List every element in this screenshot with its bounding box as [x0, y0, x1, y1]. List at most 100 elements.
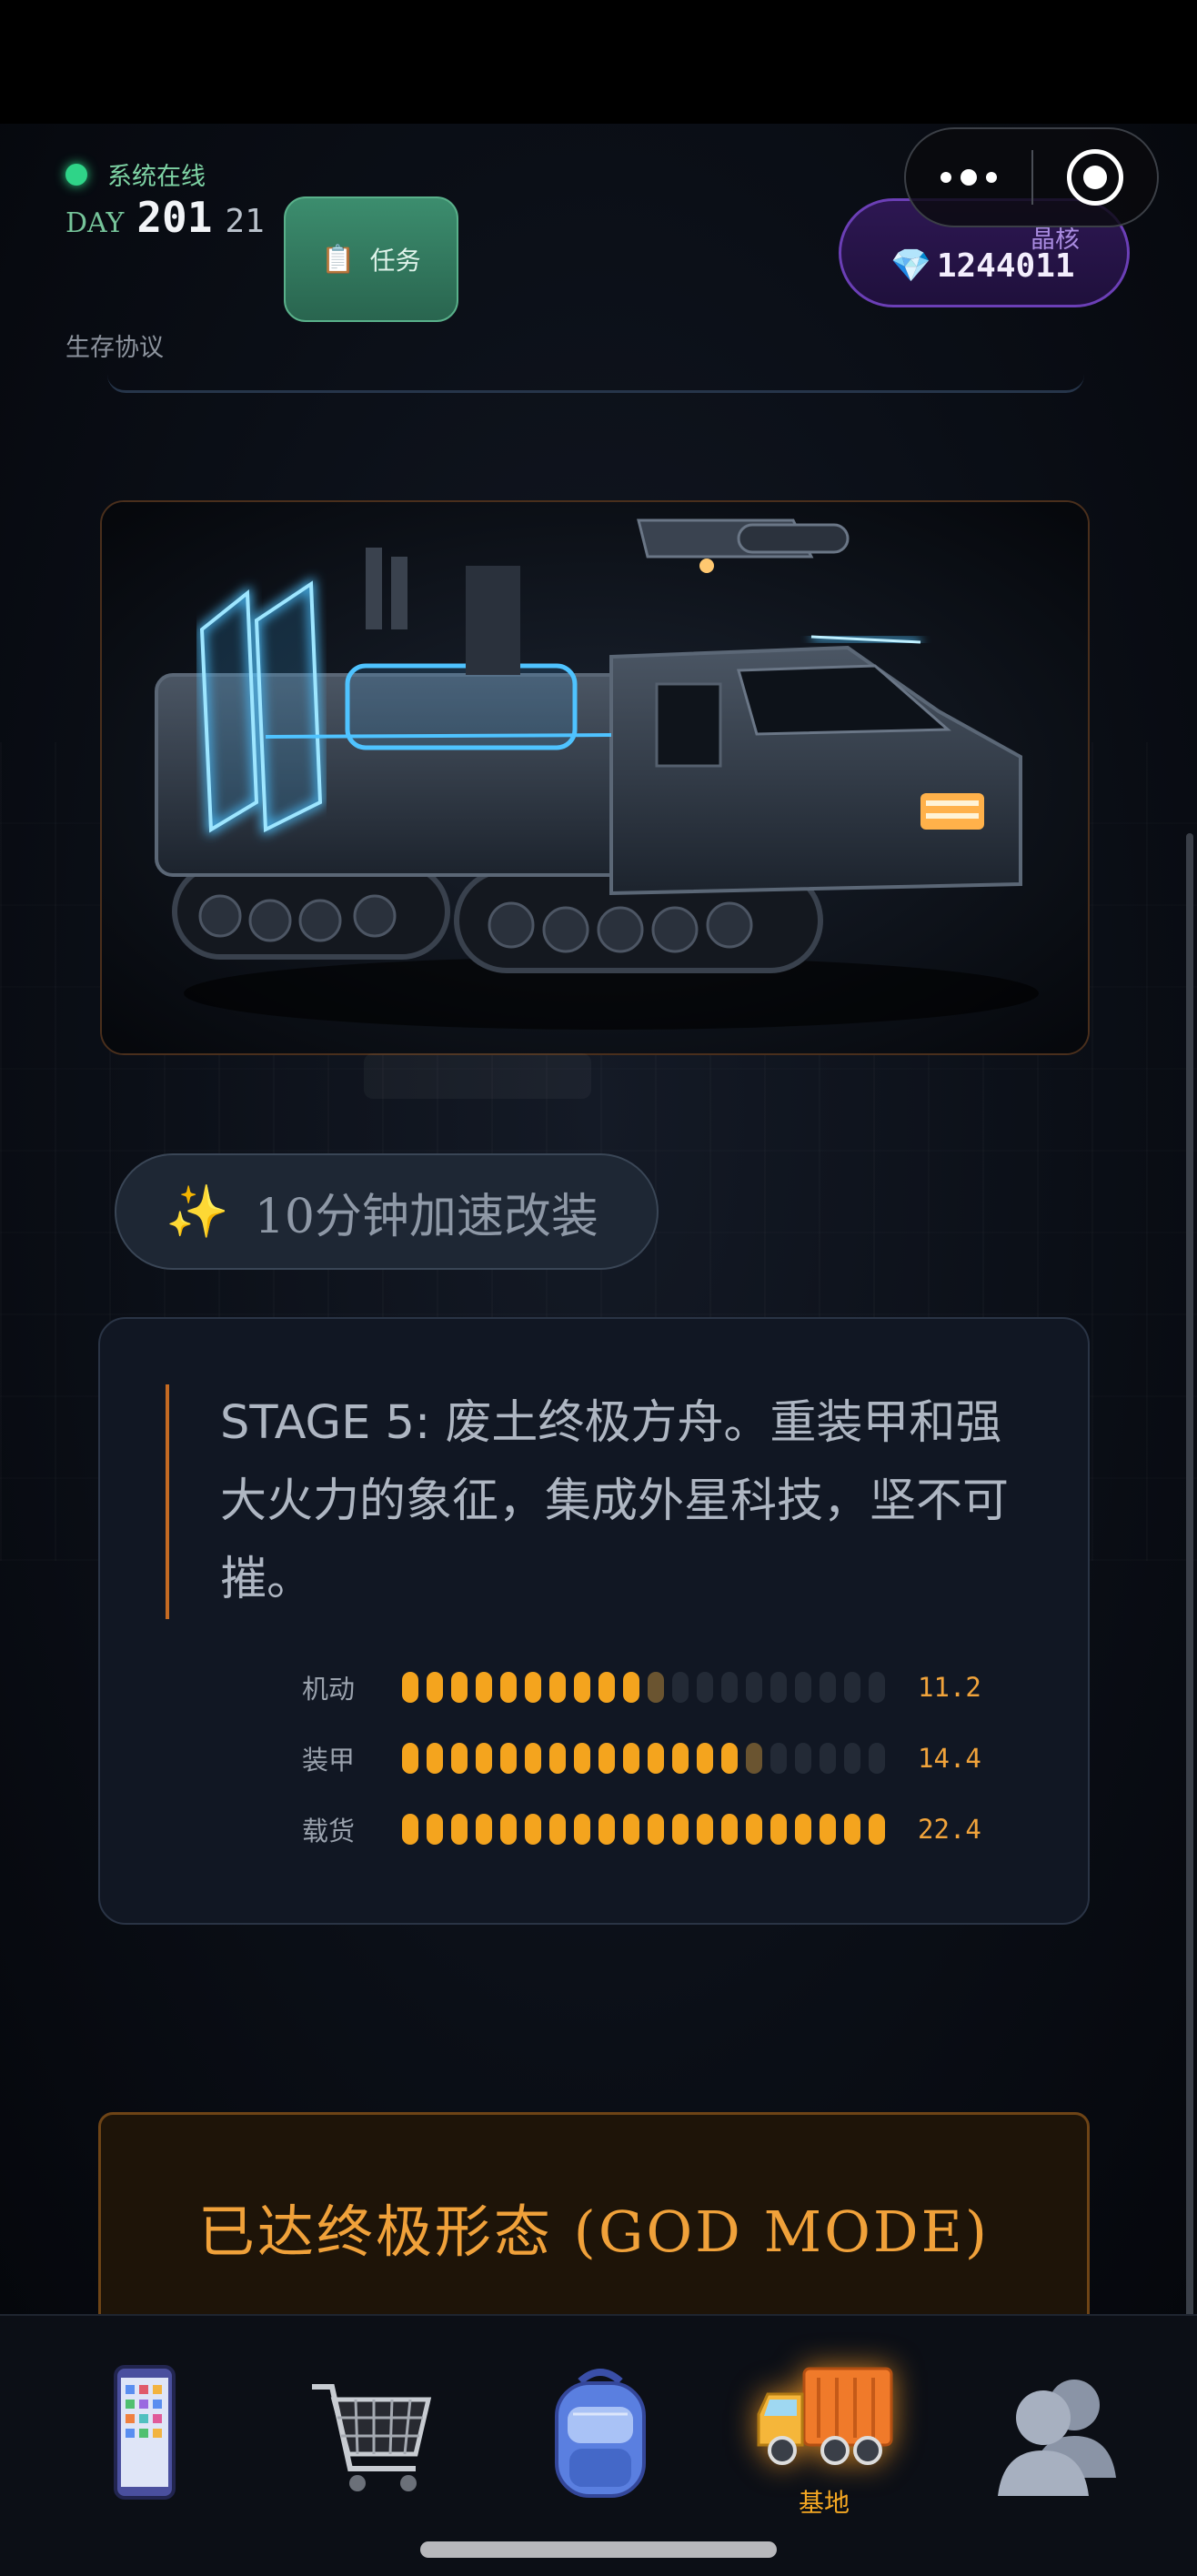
stat-pip — [476, 1814, 492, 1845]
tab-profile[interactable] — [962, 2360, 1144, 2505]
clipboard-icon: 📋 — [321, 243, 356, 276]
stat-value: 11.2 — [918, 1672, 981, 1703]
scrollbar[interactable] — [1186, 833, 1193, 2314]
stat-bar — [402, 1814, 885, 1845]
stat-pip — [549, 1814, 566, 1845]
stat-pip — [721, 1672, 738, 1703]
stat-pip — [525, 1672, 541, 1703]
stat-pip — [746, 1743, 762, 1774]
stat-pip — [574, 1814, 590, 1845]
stat-pip — [820, 1743, 836, 1774]
crystal-value: 1244011 — [936, 247, 1075, 285]
stat-pip — [549, 1672, 566, 1703]
stat-pip — [451, 1814, 468, 1845]
stat-pip — [549, 1743, 566, 1774]
home-indicator[interactable] — [420, 2541, 777, 2558]
stat-row: 机动 11.2 — [302, 1668, 981, 1706]
stat-pip — [500, 1672, 517, 1703]
day-hour: 21 — [225, 203, 265, 240]
stat-pip — [721, 1743, 738, 1774]
stat-pip — [697, 1814, 713, 1845]
cart-icon — [312, 2384, 432, 2491]
vehicle-description: STAGE 5: 废土终极方舟。重装甲和强大火力的象征，集成外星科技，坚不可摧。 — [166, 1384, 1021, 1619]
stat-pip — [402, 1672, 418, 1703]
stat-bar — [402, 1743, 885, 1774]
tab-phone[interactable] — [53, 2360, 235, 2505]
stat-pip — [427, 1814, 443, 1845]
stat-pip — [844, 1672, 860, 1703]
speed-up-button[interactable]: ✨ 10分钟加速改装 — [115, 1153, 659, 1270]
stat-pip — [746, 1672, 762, 1703]
stat-pip — [672, 1814, 689, 1845]
phone-icon — [114, 2365, 176, 2500]
stat-pip — [648, 1743, 664, 1774]
stat-pip — [402, 1743, 418, 1774]
stat-name: 装甲 — [302, 1745, 356, 1776]
stat-row: 装甲 14.4 — [302, 1739, 981, 1777]
sparkles-icon: ✨ — [166, 1182, 229, 1242]
stat-name: 机动 — [302, 1674, 356, 1705]
stat-pip — [672, 1672, 689, 1703]
close-ring-icon — [1067, 149, 1123, 206]
stat-name: 载货 — [302, 1816, 356, 1846]
backpack-icon — [555, 2369, 646, 2498]
vehicle-stats-card: STAGE 5: 废土终极方舟。重装甲和强大火力的象征，集成外星科技，坚不可摧。… — [98, 1317, 1090, 1925]
day-number: 201 — [136, 193, 213, 242]
stat-row: 载货 22.4 — [302, 1810, 981, 1848]
online-status: 系统在线 — [65, 156, 206, 192]
stat-pip — [697, 1672, 713, 1703]
speed-up-label: 10分钟加速改装 — [254, 1189, 598, 1244]
armored-vehicle-illustration — [102, 502, 1088, 1053]
stat-pip — [844, 1814, 860, 1845]
app-screen: 系统在线 DAY 201 21 生存协议 📋 任务 晶核 💎 1244011 ✨… — [0, 124, 1197, 2314]
stat-pip — [820, 1672, 836, 1703]
stat-pip — [648, 1672, 664, 1703]
system-status-bar — [0, 0, 1197, 124]
gem-icon: 💎 — [890, 247, 931, 285]
tab-shop[interactable] — [278, 2360, 460, 2505]
stat-pip — [427, 1743, 443, 1774]
mission-button[interactable]: 📋 任务 — [284, 196, 458, 322]
stat-pip — [598, 1814, 615, 1845]
stat-bar — [402, 1672, 885, 1703]
stat-pip — [648, 1814, 664, 1845]
stat-pip — [795, 1672, 811, 1703]
miniprogram-capsule — [904, 127, 1159, 227]
stat-pip — [525, 1814, 541, 1845]
online-indicator — [65, 163, 87, 186]
stat-pip — [574, 1743, 590, 1774]
stat-pip — [451, 1743, 468, 1774]
stat-pip — [697, 1743, 713, 1774]
tab-base-label: 基地 — [798, 2488, 850, 2518]
stat-pip — [427, 1672, 443, 1703]
stat-pip — [500, 1743, 517, 1774]
close-miniprogram-button[interactable] — [1033, 149, 1157, 206]
stat-pip — [525, 1743, 541, 1774]
stat-pip — [770, 1743, 787, 1774]
stat-pip — [598, 1743, 615, 1774]
stat-pip — [869, 1743, 885, 1774]
stat-pip — [476, 1743, 492, 1774]
bottom-tab-bar: 基地 — [0, 2314, 1197, 2576]
mission-button-label: 任务 — [369, 246, 421, 276]
stat-pip — [623, 1743, 639, 1774]
stat-value: 14.4 — [918, 1743, 981, 1774]
stat-pip — [869, 1672, 885, 1703]
stat-pip — [672, 1743, 689, 1774]
tab-base[interactable]: 基地 — [733, 2360, 915, 2520]
stat-pip — [844, 1743, 860, 1774]
stat-pip — [746, 1814, 762, 1845]
stat-pip — [721, 1814, 738, 1845]
online-status-text: 系统在线 — [107, 163, 206, 191]
god-mode-banner: 已达终极形态 (GOD MODE) — [98, 2112, 1090, 2314]
more-menu-button[interactable] — [906, 169, 1031, 186]
stat-pip — [623, 1672, 639, 1703]
stat-pip — [795, 1814, 811, 1845]
stat-pip — [623, 1814, 639, 1845]
stat-pip — [869, 1814, 885, 1845]
stat-pip — [476, 1672, 492, 1703]
stat-pip — [598, 1672, 615, 1703]
day-label: DAY — [65, 207, 125, 239]
truck-icon — [757, 2367, 893, 2465]
tab-backpack[interactable] — [509, 2360, 691, 2505]
